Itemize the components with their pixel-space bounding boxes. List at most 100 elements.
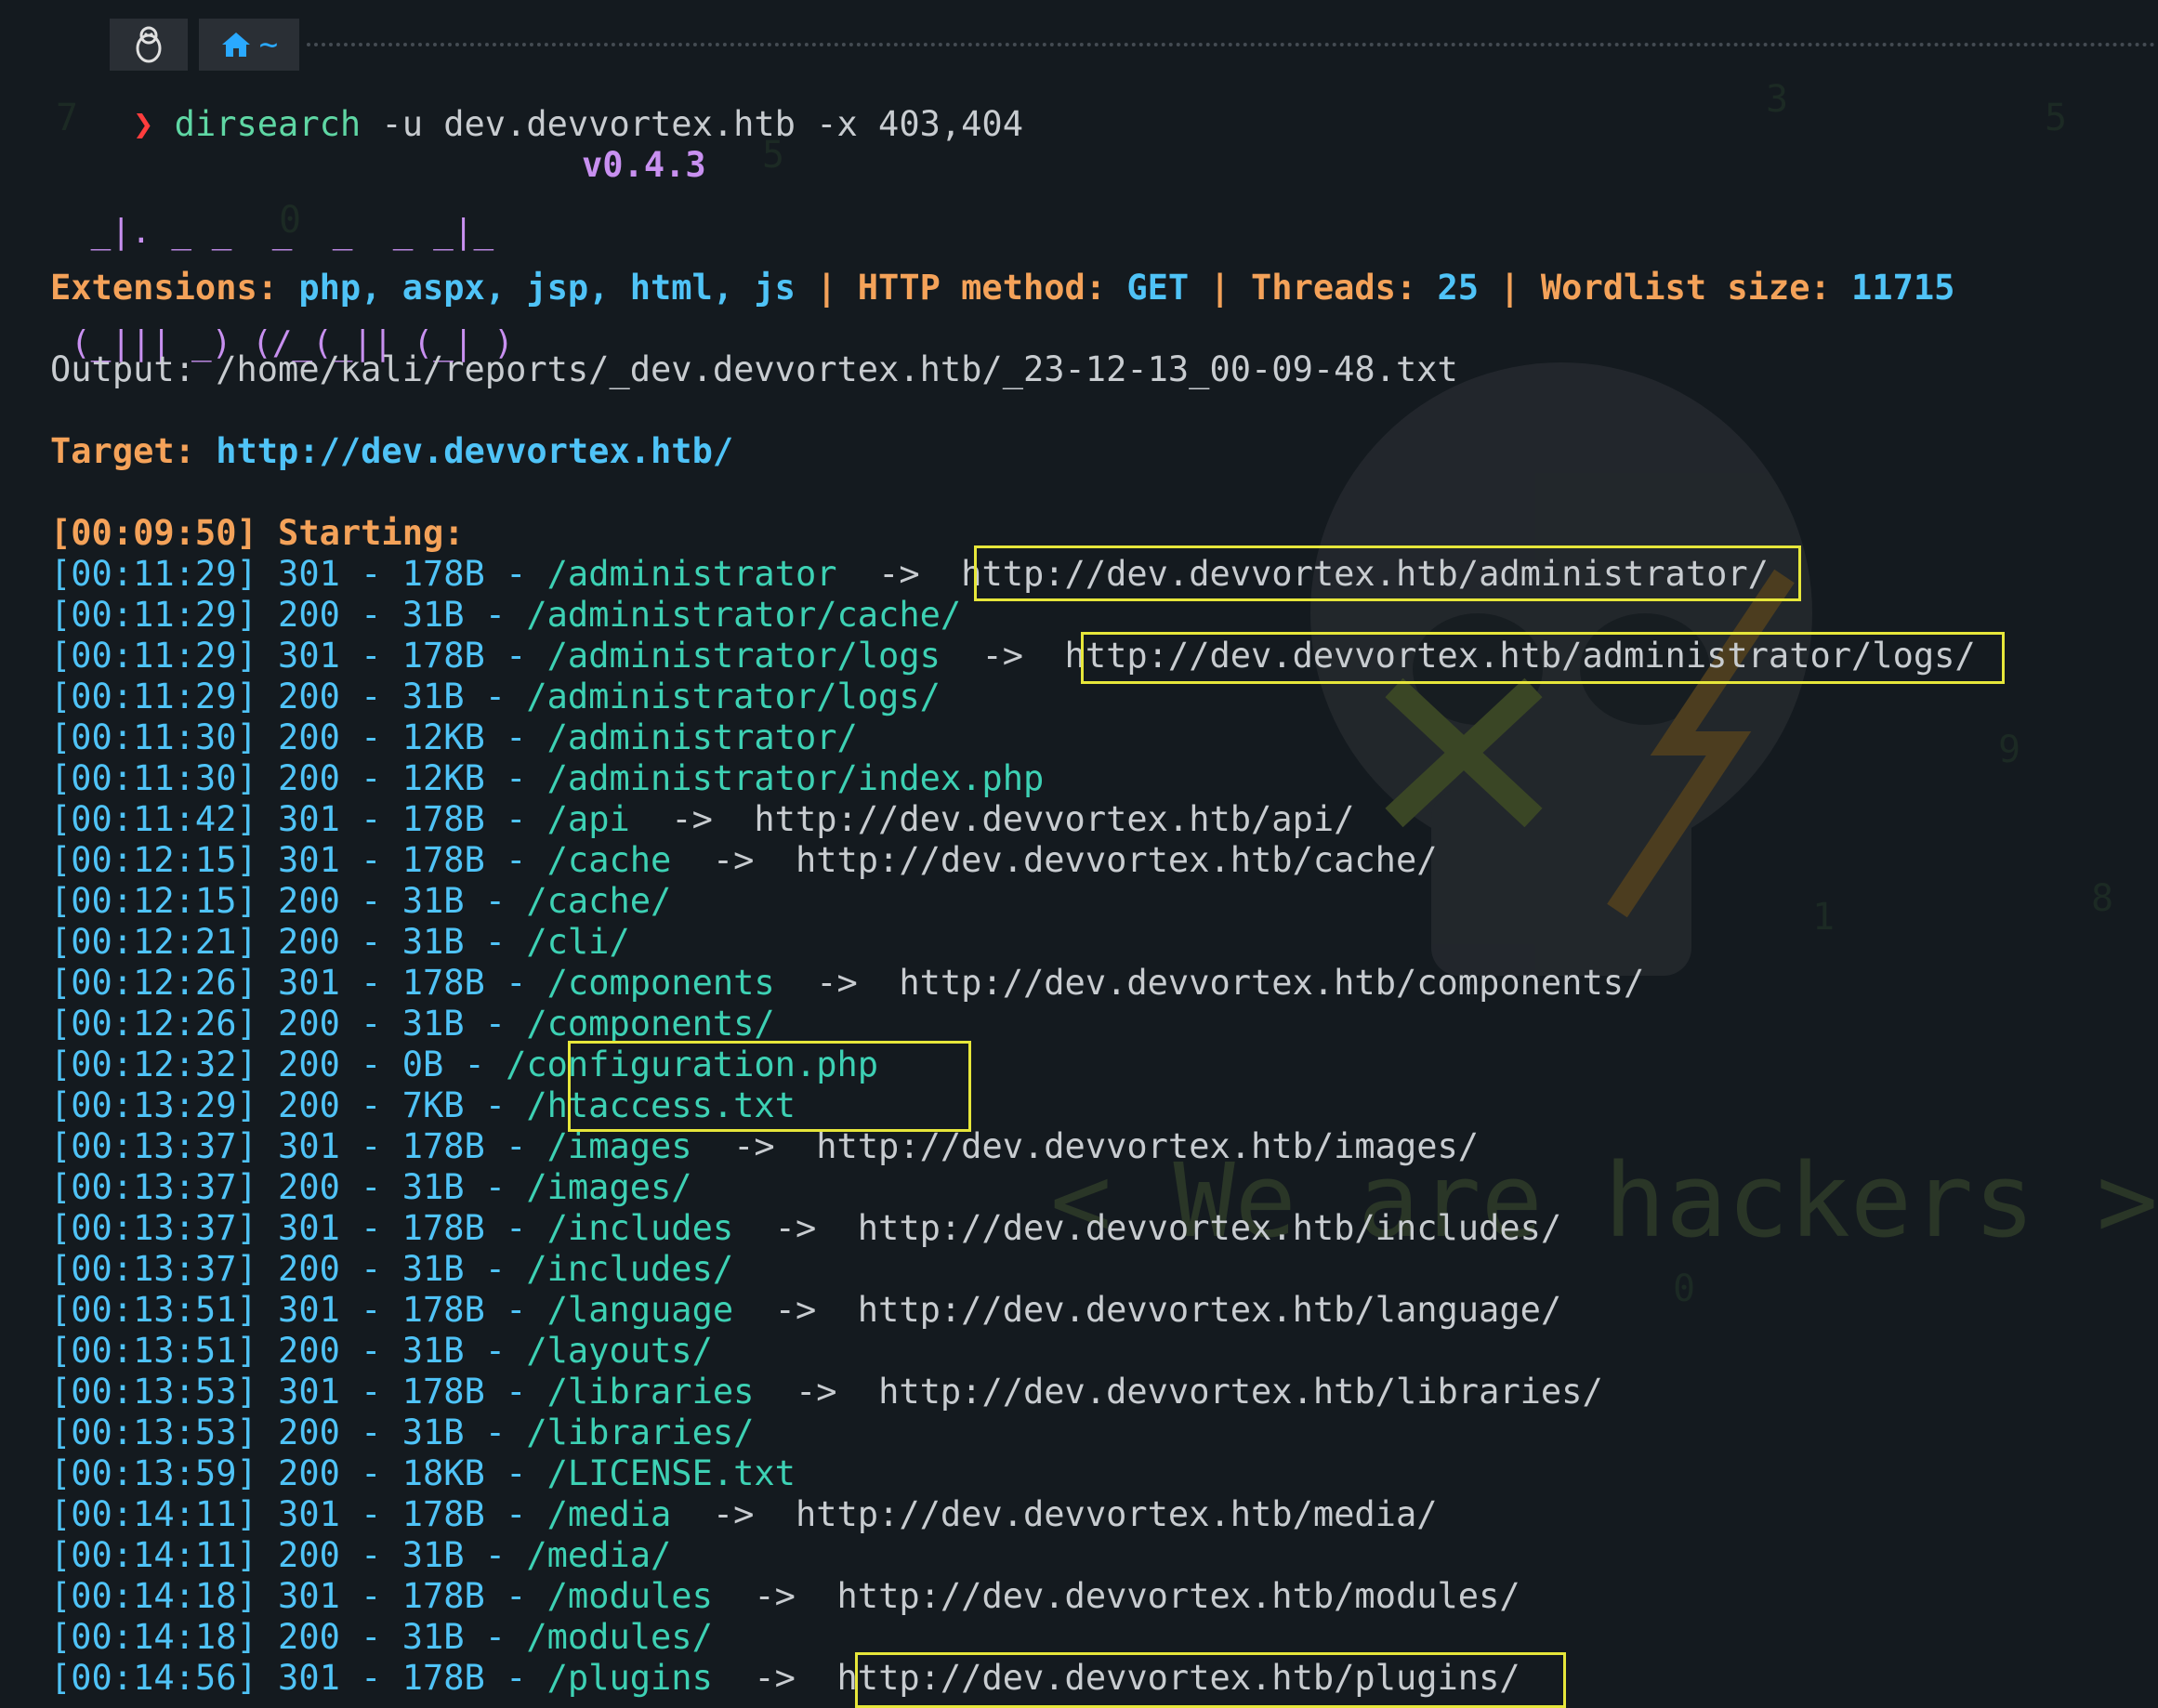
result-size: 178B bbox=[401, 1372, 485, 1412]
result-size: 178B bbox=[401, 840, 485, 880]
result-time: [00:12:15] bbox=[50, 840, 257, 880]
config-line: Extensions: php, aspx, jsp, html, js | H… bbox=[50, 268, 1955, 308]
result-path: /images bbox=[546, 1126, 692, 1166]
result-status: 200 - bbox=[257, 1535, 402, 1575]
result-redirect-url[interactable]: http://dev.devvortex.htb/media/ bbox=[796, 1494, 1438, 1534]
result-size: 31B bbox=[401, 1412, 465, 1452]
highlight-box-logs bbox=[1081, 632, 2005, 684]
result-redirect-url[interactable]: http://dev.devvortex.htb/modules/ bbox=[837, 1576, 1520, 1616]
result-size: 178B bbox=[401, 636, 485, 676]
svg-text:9: 9 bbox=[1998, 729, 2020, 771]
result-status: 200 - bbox=[257, 1453, 402, 1493]
result-row: [00:11:29] 200 - 31B - /administrator/ca… bbox=[50, 595, 961, 636]
result-size: 7KB bbox=[401, 1085, 465, 1125]
redirect-arrow: -> bbox=[733, 1208, 858, 1248]
result-status: 301 - bbox=[257, 1290, 402, 1330]
sep: - bbox=[464, 1004, 527, 1044]
result-path: /includes/ bbox=[526, 1249, 734, 1289]
result-path: /plugins bbox=[546, 1658, 713, 1698]
result-path: /modules/ bbox=[526, 1617, 713, 1657]
redirect-arrow: -> bbox=[712, 1658, 837, 1698]
result-path: /cache bbox=[546, 840, 672, 880]
result-status: 200 - bbox=[257, 1004, 402, 1044]
result-row: [00:11:30] 200 - 12KB - /administrator/i… bbox=[50, 758, 1044, 799]
result-status: 301 - bbox=[257, 799, 402, 839]
result-size: 31B bbox=[401, 1535, 465, 1575]
result-status: 200 - bbox=[257, 717, 402, 757]
sep: - bbox=[484, 1658, 547, 1698]
sep: - bbox=[484, 799, 547, 839]
sep: - bbox=[484, 554, 547, 594]
result-size: 18KB bbox=[401, 1453, 485, 1493]
result-size: 31B bbox=[401, 677, 465, 716]
scan-info: Extensions: php, aspx, jsp, html, js | H… bbox=[50, 0, 2141, 553]
result-path: /administrator bbox=[546, 554, 837, 594]
result-row: [00:12:15] 200 - 31B - /cache/ bbox=[50, 881, 671, 922]
start-line: [00:09:50] Starting: bbox=[50, 513, 465, 553]
result-redirect-url[interactable]: http://dev.devvortex.htb/includes/ bbox=[858, 1208, 1561, 1248]
result-row: [00:14:18] 301 - 178B - /modules -> http… bbox=[50, 1576, 1520, 1617]
sep: - bbox=[464, 677, 527, 716]
result-status: 200 - bbox=[257, 595, 402, 635]
result-path: /LICENSE.txt bbox=[546, 1453, 796, 1493]
result-time: [00:12:15] bbox=[50, 881, 257, 921]
result-row: [00:13:37] 301 - 178B - /includes -> htt… bbox=[50, 1208, 1561, 1249]
result-row: [00:12:26] 200 - 31B - /components/ bbox=[50, 1004, 775, 1045]
result-time: [00:13:51] bbox=[50, 1290, 257, 1330]
result-status: 301 - bbox=[257, 1208, 402, 1248]
result-size: 178B bbox=[401, 1658, 485, 1698]
result-path: /api bbox=[546, 799, 630, 839]
result-path: /cli/ bbox=[526, 922, 630, 962]
result-time: [00:13:53] bbox=[50, 1372, 257, 1412]
result-size: 31B bbox=[401, 881, 465, 921]
result-time: [00:13:37] bbox=[50, 1167, 257, 1207]
sep: - bbox=[464, 1412, 527, 1452]
result-size: 12KB bbox=[401, 717, 485, 757]
result-status: 200 - bbox=[257, 1167, 402, 1207]
result-status: 200 - bbox=[257, 881, 402, 921]
result-status: 200 - bbox=[257, 1045, 402, 1084]
result-redirect-url[interactable]: http://dev.devvortex.htb/images/ bbox=[816, 1126, 1479, 1166]
redirect-arrow: -> bbox=[712, 1576, 837, 1616]
result-time: [00:14:18] bbox=[50, 1617, 257, 1657]
result-size: 31B bbox=[401, 1004, 465, 1044]
result-time: [00:14:56] bbox=[50, 1658, 257, 1698]
redirect-arrow: -> bbox=[671, 1494, 796, 1534]
result-size: 178B bbox=[401, 1576, 485, 1616]
result-redirect-url[interactable]: http://dev.devvortex.htb/libraries/ bbox=[878, 1372, 1603, 1412]
result-time: [00:11:30] bbox=[50, 717, 257, 757]
result-size: 0B bbox=[401, 1045, 444, 1084]
redirect-arrow: -> bbox=[940, 636, 1065, 676]
result-time: [00:12:21] bbox=[50, 922, 257, 962]
result-time: [00:11:30] bbox=[50, 758, 257, 798]
result-row: [00:12:21] 200 - 31B - /cli/ bbox=[50, 922, 630, 963]
svg-text:1: 1 bbox=[1812, 896, 1835, 939]
result-time: [00:14:18] bbox=[50, 1576, 257, 1616]
redirect-arrow: -> bbox=[836, 554, 962, 594]
result-status: 200 - bbox=[257, 1331, 402, 1371]
result-redirect-url[interactable]: http://dev.devvortex.htb/components/ bbox=[899, 963, 1644, 1003]
result-path: /libraries/ bbox=[526, 1412, 755, 1452]
sep: - bbox=[484, 1494, 547, 1534]
sep: - bbox=[484, 840, 547, 880]
redirect-arrow: -> bbox=[774, 963, 900, 1003]
result-status: 301 - bbox=[257, 636, 402, 676]
result-redirect-url[interactable]: http://dev.devvortex.htb/cache/ bbox=[796, 840, 1438, 880]
result-path: /language bbox=[546, 1290, 734, 1330]
result-time: [00:11:29] bbox=[50, 554, 257, 594]
result-status: 301 - bbox=[257, 840, 402, 880]
sep: - bbox=[464, 1249, 527, 1289]
result-path: /media/ bbox=[526, 1535, 672, 1575]
result-redirect-url[interactable]: http://dev.devvortex.htb/language/ bbox=[858, 1290, 1561, 1330]
sep: - bbox=[464, 1535, 527, 1575]
result-path: /administrator/cache/ bbox=[526, 595, 962, 635]
sep: - bbox=[464, 922, 527, 962]
result-time: [00:13:29] bbox=[50, 1085, 257, 1125]
result-row: [00:13:37] 200 - 31B - /includes/ bbox=[50, 1249, 733, 1290]
result-redirect-url[interactable]: http://dev.devvortex.htb/api/ bbox=[754, 799, 1354, 839]
sep: - bbox=[484, 1453, 547, 1493]
sep: - bbox=[484, 963, 547, 1003]
result-status: 200 - bbox=[257, 1617, 402, 1657]
result-row: [00:13:51] 200 - 31B - /layouts/ bbox=[50, 1331, 713, 1372]
result-path: /administrator/ bbox=[546, 717, 858, 757]
